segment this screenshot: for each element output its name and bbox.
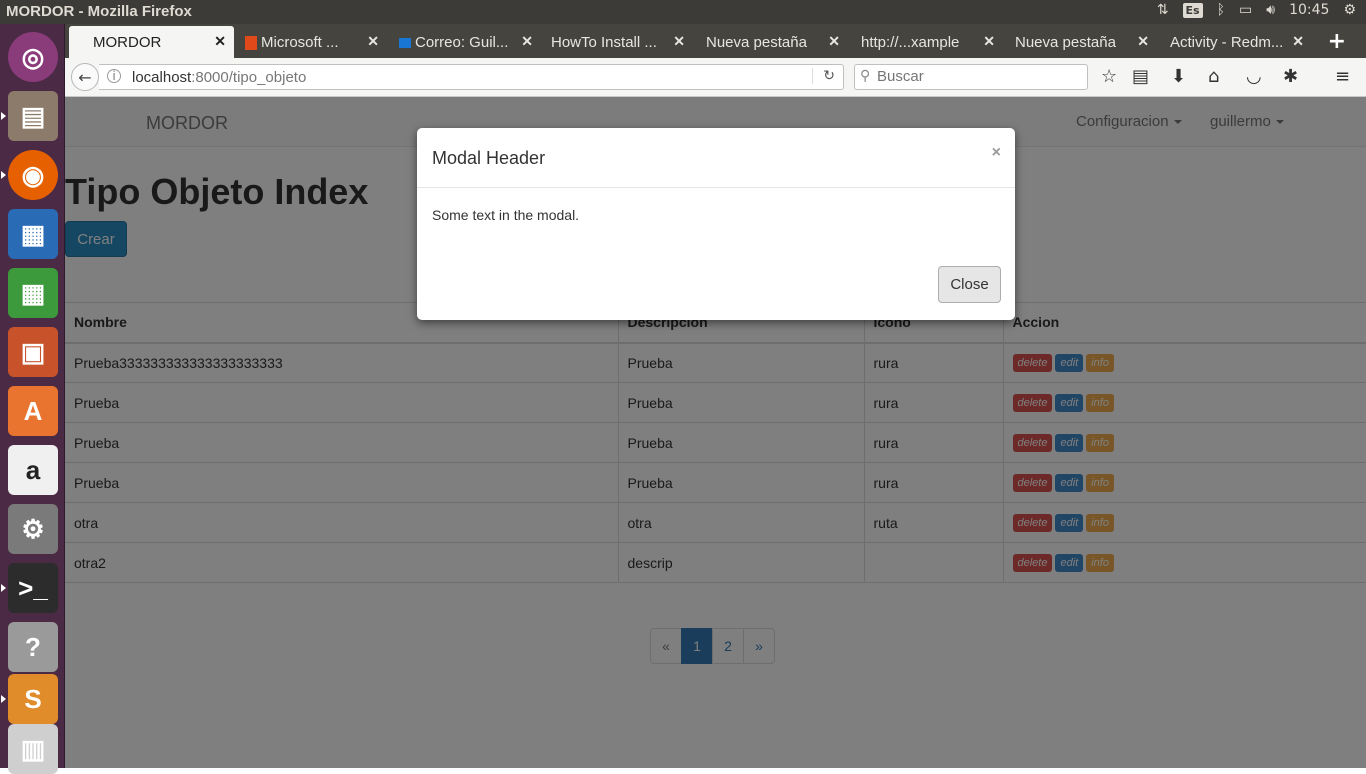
- impress-icon[interactable]: ▣: [8, 327, 58, 377]
- bluetooth-icon[interactable]: ᛒ: [1217, 2, 1225, 18]
- extension-icon[interactable]: ✱: [1283, 66, 1298, 87]
- close-tab-icon[interactable]: ✕: [367, 33, 379, 50]
- reload-icon[interactable]: ↻: [812, 68, 835, 84]
- power-gear-icon[interactable]: ⚙: [1343, 2, 1356, 18]
- software-center-icon[interactable]: A: [8, 386, 58, 436]
- bookmark-star-icon[interactable]: ☆: [1101, 66, 1117, 87]
- calc-icon[interactable]: ▦: [8, 268, 58, 318]
- downloads-icon[interactable]: ⬇: [1171, 66, 1186, 87]
- url-host: localhost: [132, 69, 192, 86]
- tab-example[interactable]: http://...xample ✕: [853, 26, 1003, 58]
- tab-label: Nueva pestaña: [1015, 34, 1116, 51]
- window-title: MORDOR - Mozilla Firefox: [6, 3, 192, 20]
- close-tab-icon[interactable]: ✕: [673, 33, 685, 50]
- terminal-icon[interactable]: >_: [8, 563, 58, 613]
- tab-correo[interactable]: Correo: Guil... ✕: [391, 26, 541, 58]
- tab-label: HowTo Install ...: [551, 34, 657, 51]
- writer-icon[interactable]: ▦: [8, 209, 58, 259]
- office-icon: [245, 36, 257, 50]
- close-tab-icon[interactable]: ✕: [983, 33, 995, 50]
- files-icon[interactable]: ▤: [8, 91, 58, 141]
- menu-hamburger-icon[interactable]: ≡: [1335, 66, 1350, 87]
- sublime-text-icon[interactable]: S: [8, 674, 58, 724]
- tab-howto[interactable]: HowTo Install ... ✕: [543, 26, 693, 58]
- new-tab-icon[interactable]: +: [1328, 29, 1346, 54]
- ubuntu-dash-icon[interactable]: ◎: [8, 32, 58, 82]
- search-icon: ⚲: [860, 68, 871, 84]
- modal-footer: Close: [417, 251, 1015, 318]
- system-top-bar: MORDOR - Mozilla Firefox ⇅ Es ᛒ ▭ 🔊︎ 10:…: [0, 0, 1366, 24]
- url-path: :8000/tipo_objeto: [191, 69, 307, 86]
- running-indicator: [1, 171, 6, 179]
- tab-label: Correo: Guil...: [415, 34, 509, 51]
- search-box[interactable]: ⚲: [854, 64, 1088, 90]
- tab-label: http://...xample: [861, 34, 960, 51]
- tab-label: Nueva pestaña: [706, 34, 807, 51]
- tab-redmine[interactable]: Activity - Redm... ✕: [1162, 26, 1312, 58]
- help-icon[interactable]: ?: [8, 622, 58, 672]
- tab-microsoft[interactable]: Microsoft ... ✕: [237, 26, 387, 58]
- mail-icon: [399, 38, 411, 48]
- modal-close-button[interactable]: Close: [938, 266, 1001, 303]
- running-indicator: [1, 112, 6, 120]
- keyboard-layout-indicator[interactable]: Es: [1182, 2, 1203, 18]
- workspace-switcher-icon[interactable]: ▥: [8, 724, 58, 774]
- running-indicator: [1, 584, 6, 592]
- close-tab-icon[interactable]: ✕: [828, 33, 840, 50]
- browser-tab-bar: MORDOR ✕ Microsoft ... ✕ Correo: Guil...…: [65, 24, 1366, 58]
- amazon-icon[interactable]: a: [8, 445, 58, 495]
- battery-icon[interactable]: ▭: [1239, 2, 1252, 18]
- home-icon[interactable]: ⌂: [1208, 66, 1219, 87]
- modal-header: Modal Header ×: [417, 128, 1015, 188]
- tab-nueva-2[interactable]: Nueva pestaña ✕: [1007, 26, 1157, 58]
- close-tab-icon[interactable]: ✕: [521, 33, 533, 50]
- tab-mordor[interactable]: MORDOR ✕: [69, 26, 234, 58]
- system-settings-icon[interactable]: ⚙: [8, 504, 58, 554]
- tab-label: MORDOR: [93, 34, 162, 51]
- tab-label: Activity - Redm...: [1170, 34, 1284, 51]
- volume-icon[interactable]: 🔊︎: [1266, 2, 1275, 18]
- unity-launcher: ◎ ▤ ◉ ▦ ▦ ▣ A a ⚙ >_ ? S ▥: [0, 24, 65, 774]
- tab-nueva-1[interactable]: Nueva pestaña ✕: [698, 26, 848, 58]
- url-text[interactable]: localhost:8000/tipo_objeto: [132, 69, 306, 86]
- site-info-icon[interactable]: i: [107, 69, 121, 83]
- system-tray: ⇅ Es ᛒ ▭ 🔊︎ 10:45 ⚙: [1157, 2, 1356, 18]
- pocket-icon[interactable]: ◡: [1246, 66, 1262, 87]
- network-icon[interactable]: ⇅: [1157, 2, 1169, 18]
- clock[interactable]: 10:45: [1289, 2, 1329, 18]
- back-arrow-icon[interactable]: ←: [71, 63, 99, 91]
- browser-nav-bar: ← i localhost:8000/tipo_objeto ↻ ⚲ ☆ ▤ ⬇…: [65, 58, 1366, 97]
- running-indicator: [1, 695, 6, 703]
- search-input[interactable]: [877, 68, 1077, 85]
- tab-label: Microsoft ...: [261, 34, 339, 51]
- firefox-icon[interactable]: ◉: [8, 150, 58, 200]
- modal-title: Modal Header: [432, 148, 546, 168]
- close-tab-icon[interactable]: ✕: [1292, 33, 1304, 50]
- modal-dialog: Modal Header × Some text in the modal. C…: [417, 128, 1015, 320]
- address-bar[interactable]: i localhost:8000/tipo_objeto ↻: [99, 64, 844, 90]
- close-tab-icon[interactable]: ✕: [1137, 33, 1149, 50]
- reading-list-icon[interactable]: ▤: [1132, 66, 1149, 87]
- modal-body: Some text in the modal.: [432, 207, 580, 223]
- close-tab-icon[interactable]: ✕: [214, 33, 226, 50]
- modal-close-icon[interactable]: ×: [992, 144, 1001, 162]
